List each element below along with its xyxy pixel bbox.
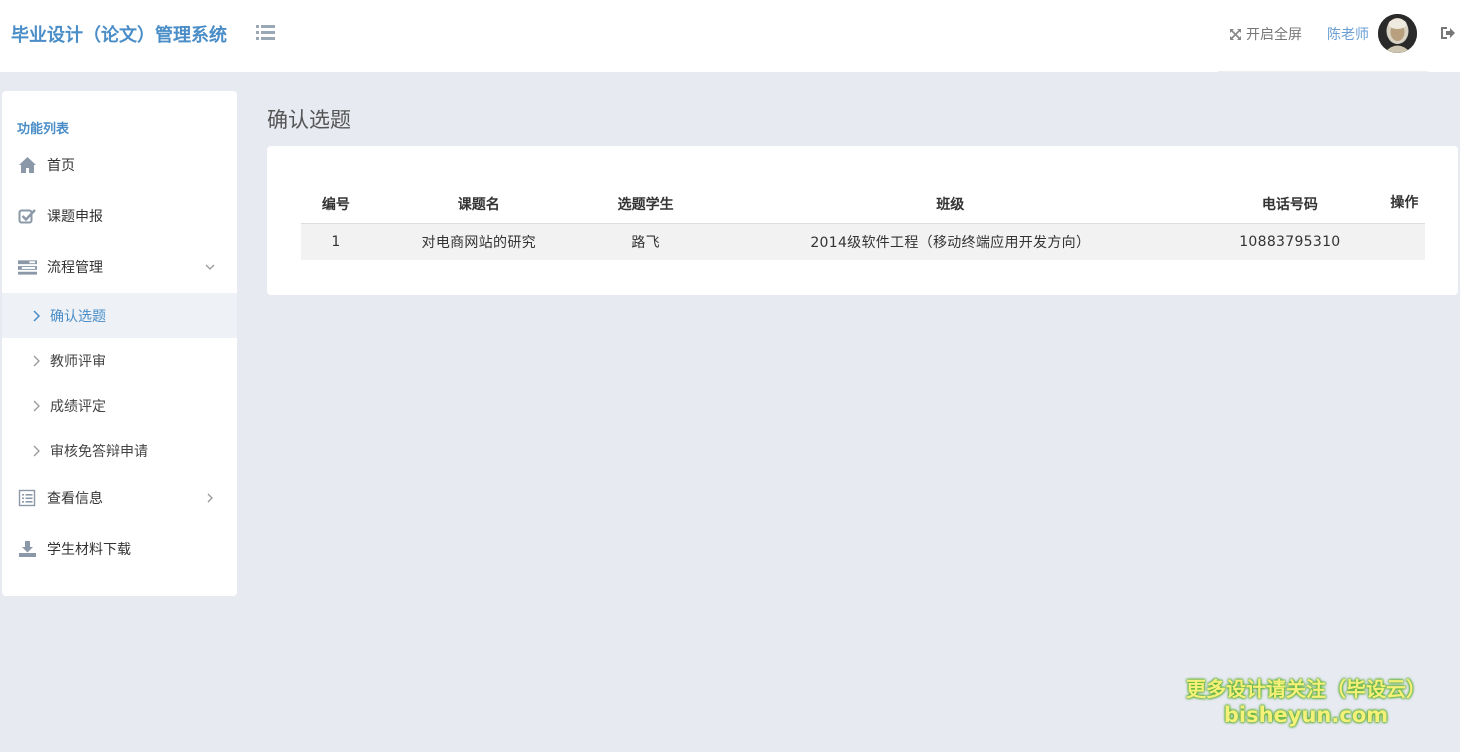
sidebar-subitem-defense-exemption[interactable]: 审核免答辩申请 [2,428,237,473]
sidebar-item-topic-apply[interactable]: 课题申报 [2,194,237,238]
avatar[interactable] [1378,14,1417,53]
tasks-icon [18,260,37,275]
sidebar-item-download[interactable]: 学生材料下载 [2,527,237,571]
username[interactable]: 陈老师 [1327,24,1369,44]
table-cell: 1 [301,223,371,260]
chevron-right-icon [33,355,40,366]
column-header: 编号 [301,169,371,224]
sidebar-subitem-label: 成绩评定 [50,398,106,415]
sidebar-heading: 功能列表 [17,122,70,137]
chevron-right-icon [207,493,213,503]
header-divider [1218,71,1428,72]
table-cell-actions [1383,223,1425,260]
watermark: 更多设计请关注（毕设云） bisheyun.com [1176,676,1436,728]
column-header: 选题学生 [586,169,705,224]
table-cell: 对电商网站的研究 [370,223,587,260]
sidebar-item-process[interactable]: 流程管理 [2,245,237,289]
table-cell: 路飞 [586,223,705,260]
check-square-icon [18,209,36,224]
table-cell: 10883795310 [1195,223,1384,260]
sign-out-icon[interactable] [1440,26,1456,40]
table-cell: 2014级软件工程（移动终端应用开发方向） [704,223,1196,260]
column-header: 电话号码 [1195,169,1384,224]
download-icon [19,541,36,557]
list-icon[interactable] [256,25,275,40]
sidebar-subitem-label: 教师评审 [50,353,106,370]
watermark-line: 更多设计请关注（毕设云） [1186,677,1426,701]
topic-table: 编号 课题名 选题学生 班级 电话号码 操作 1 对电商网站的研究 路飞 201… [301,169,1425,260]
home-icon [19,157,36,173]
column-header: 操作 [1383,169,1425,224]
sidebar-subitem-label: 审核免答辩申请 [50,443,148,460]
sidebar-item-label: 查看信息 [47,491,103,507]
sidebar-item-view-info[interactable]: 查看信息 [2,476,237,520]
page-title: 确认选题 [267,108,351,132]
fullscreen-label: 开启全屏 [1246,27,1302,43]
table-row: 1 对电商网站的研究 路飞 2014级软件工程（移动终端应用开发方向） 1088… [301,223,1425,260]
sidebar-item-label: 流程管理 [47,260,103,276]
watermark-url: bisheyun.com [1223,703,1389,727]
sidebar: 功能列表 首页 课题申报 流程管理 确认选题 教师评审 成绩评定 审核免答辩申请… [2,91,237,596]
content-card: 编号 课题名 选题学生 班级 电话号码 操作 1 对电商网站的研究 路飞 201… [267,146,1458,295]
sidebar-subitem-grading[interactable]: 成绩评定 [2,383,237,428]
sidebar-item-label: 学生材料下载 [47,542,131,558]
sidebar-item-label: 课题申报 [47,209,103,225]
fullscreen-button[interactable]: 开启全屏 [1229,24,1302,44]
expand-icon [1230,28,1241,40]
sidebar-subitem-label: 确认选题 [50,308,106,325]
sidebar-subitem-teacher-review[interactable]: 教师评审 [2,338,237,383]
column-header: 班级 [704,169,1196,224]
sidebar-item-home[interactable]: 首页 [2,143,237,187]
column-header: 课题名 [370,169,587,224]
sidebar-subitem-confirm-topic[interactable]: 确认选题 [2,293,237,338]
chevron-down-icon [205,264,215,270]
chevron-right-icon [33,309,41,322]
app-title[interactable]: 毕业设计（论文）管理系统 [11,21,227,47]
sidebar-item-label: 首页 [47,158,75,174]
table-header-row: 编号 课题名 选题学生 班级 电话号码 操作 [301,169,1425,224]
chevron-right-icon [33,400,40,411]
list-alt-icon [18,489,36,507]
chevron-right-icon [33,445,40,456]
top-header: 毕业设计（论文）管理系统 开启全屏 陈老师 [0,0,1460,72]
